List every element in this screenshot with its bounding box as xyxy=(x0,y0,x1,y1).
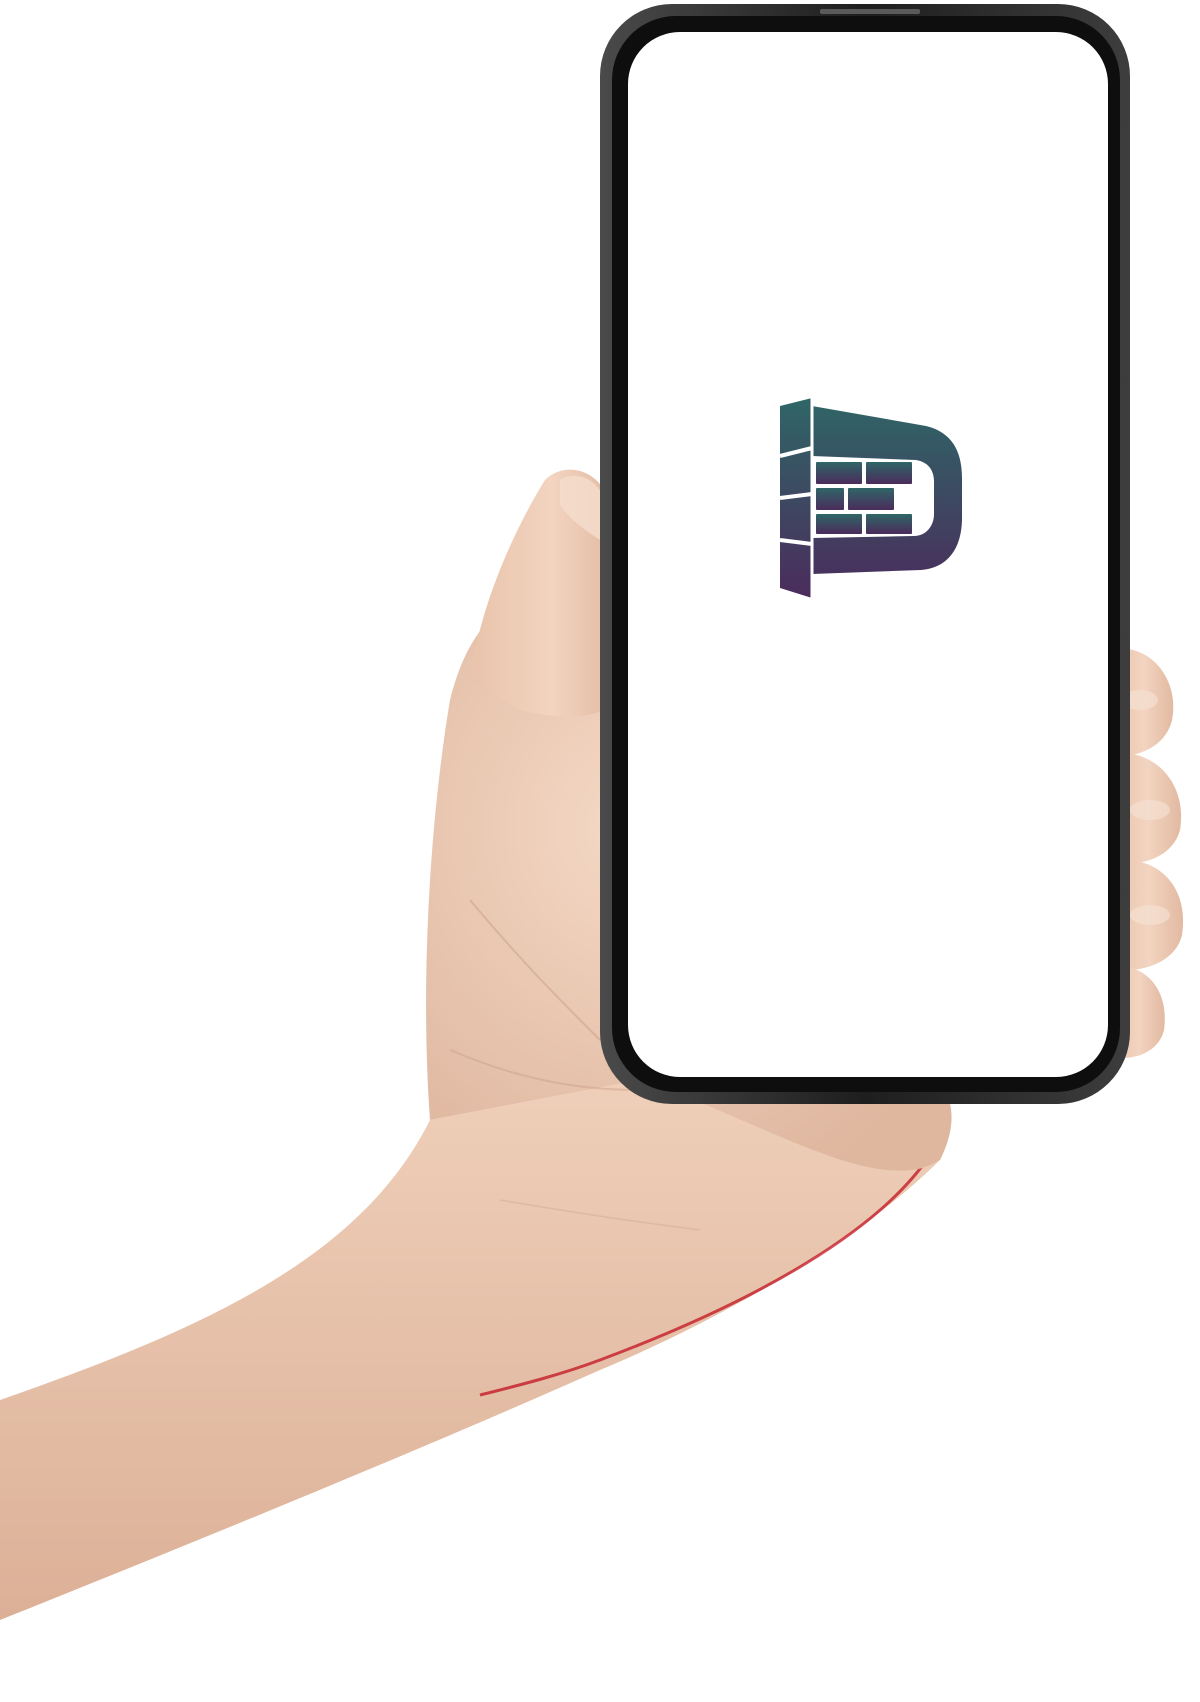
brick-d-logo-icon xyxy=(779,398,962,598)
speaker-slot xyxy=(820,9,920,14)
photo-scene xyxy=(0,0,1200,1702)
phone-screen xyxy=(628,32,1108,1077)
